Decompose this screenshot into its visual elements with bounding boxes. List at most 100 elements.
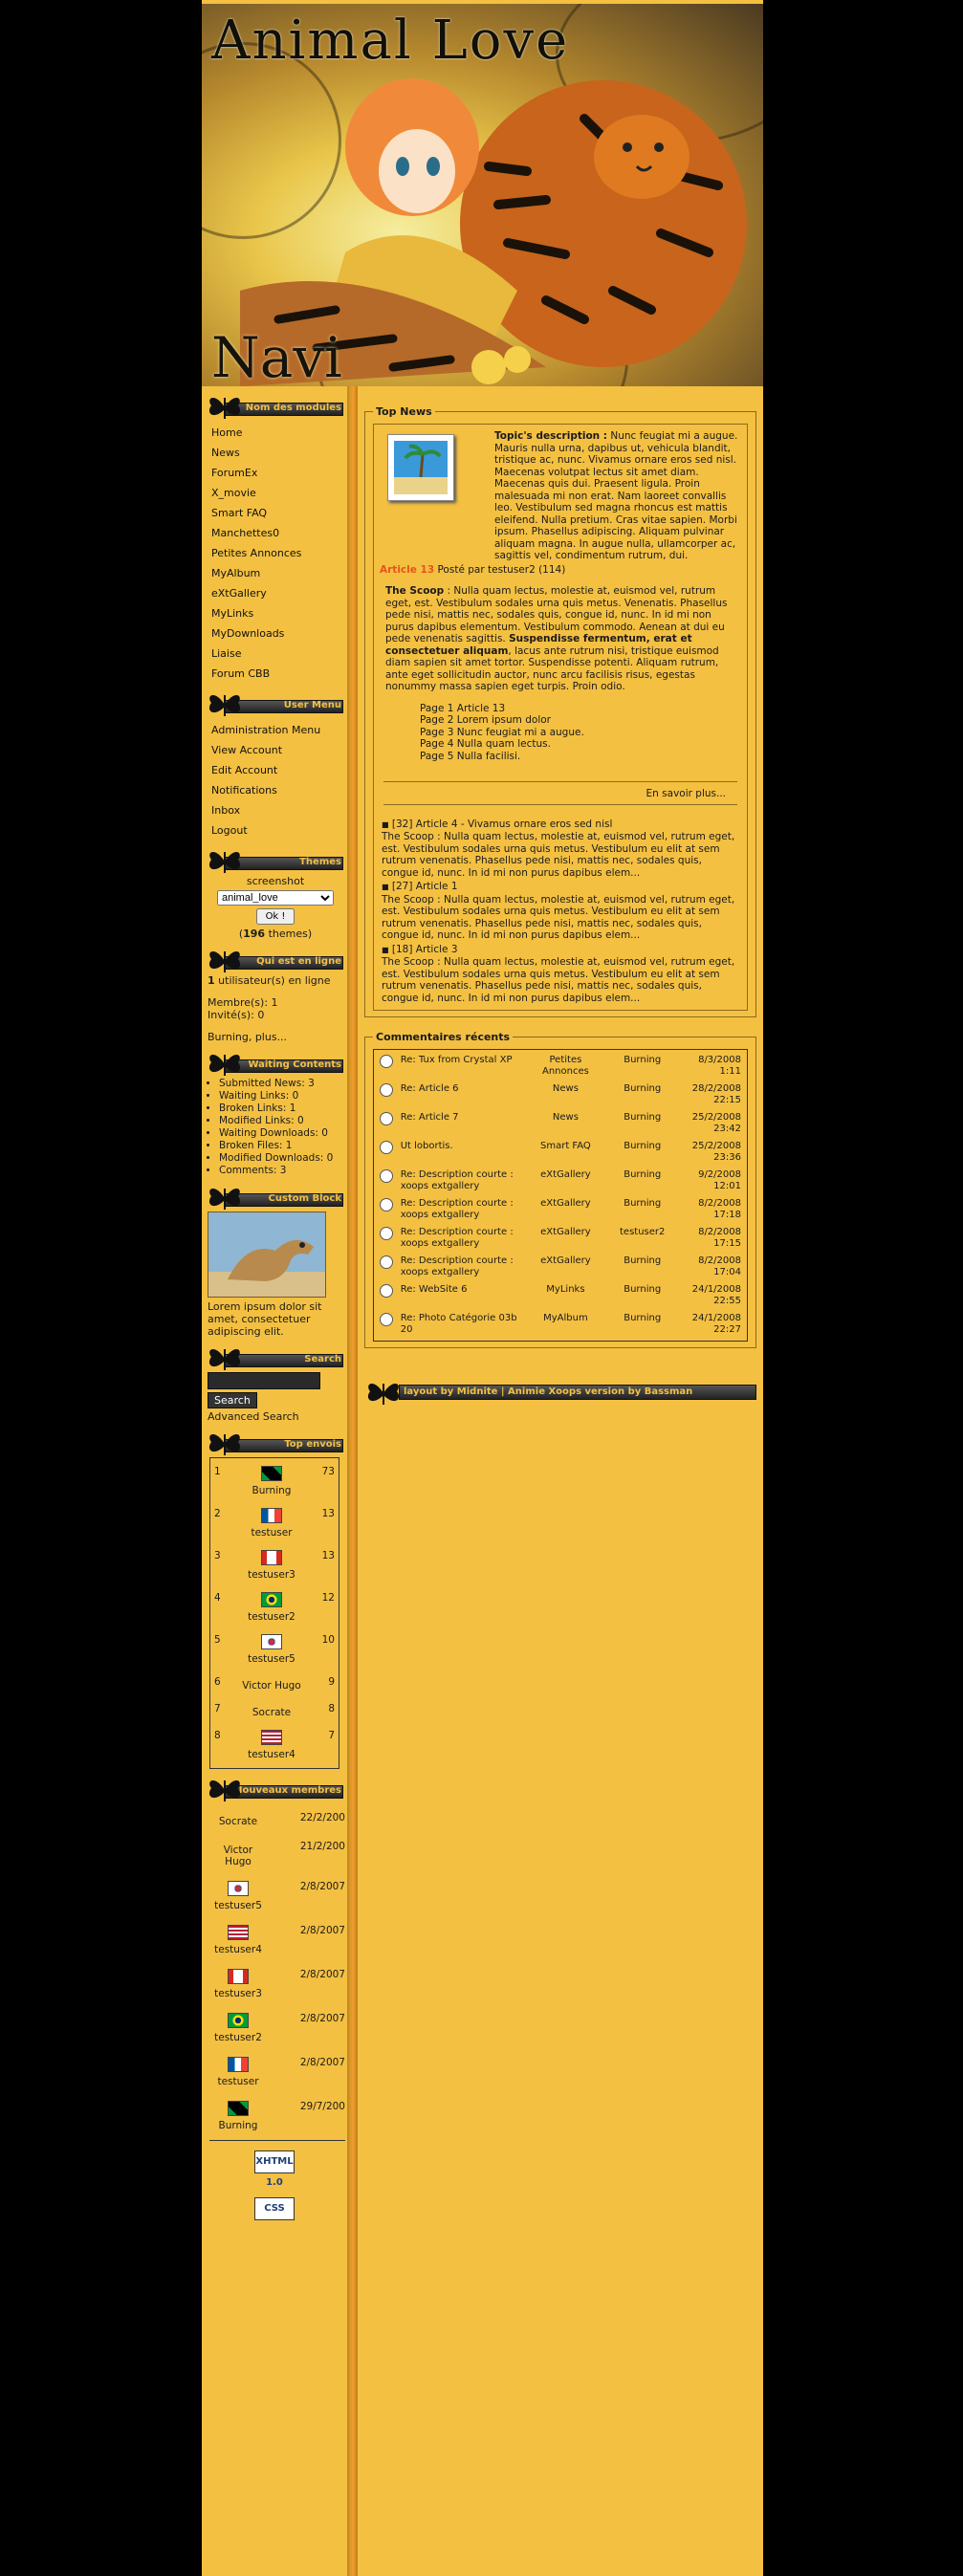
poster-name[interactable]: Victor Hugo xyxy=(228,1680,316,1692)
user-menu-item[interactable]: Notifications xyxy=(202,780,347,800)
user-menu-item[interactable]: Logout xyxy=(202,820,347,840)
comment-module[interactable]: News xyxy=(527,1109,603,1138)
news-item-title[interactable]: [18] Article 3 xyxy=(392,944,458,955)
css-badge[interactable]: CSS xyxy=(254,2197,295,2220)
theme-ok-button[interactable]: Ok ! xyxy=(255,908,295,925)
waiting-item[interactable]: Comments: 3 xyxy=(219,1165,343,1177)
member-name[interactable]: Socrate xyxy=(209,1816,267,1827)
xhtml-badge[interactable]: XHTML 1.0 xyxy=(254,2150,295,2188)
read-more-link[interactable]: En savoir plus... xyxy=(380,788,726,800)
page-link[interactable]: Page 5 Nulla facilisi. xyxy=(420,751,741,763)
waiting-item[interactable]: Waiting Downloads: 0 xyxy=(219,1127,343,1140)
menu-item[interactable]: Petites Annonces xyxy=(202,543,347,563)
comment-radio[interactable] xyxy=(380,1083,393,1097)
comment-radio[interactable] xyxy=(380,1141,393,1154)
comment-module[interactable]: Petites Annonces xyxy=(527,1052,603,1081)
waiting-item[interactable]: Broken Links: 1 xyxy=(219,1102,343,1115)
poster-name[interactable]: testuser xyxy=(228,1527,316,1539)
page-link[interactable]: Page 3 Nunc feugiat mi a augue. xyxy=(420,727,741,739)
comment-module[interactable]: MyAlbum xyxy=(527,1310,603,1339)
comment-module[interactable]: eXtGallery xyxy=(527,1224,603,1253)
menu-item[interactable]: X_movie xyxy=(202,483,347,503)
comment-module[interactable]: eXtGallery xyxy=(527,1195,603,1224)
waiting-item[interactable]: Modified Downloads: 0 xyxy=(219,1152,343,1165)
page-link[interactable]: Page 4 Nulla quam lectus. xyxy=(420,738,741,751)
comment-title[interactable]: Re: Article 6 xyxy=(399,1081,528,1109)
menu-item[interactable]: Smart FAQ xyxy=(202,503,347,523)
poster-name[interactable]: testuser3 xyxy=(228,1569,316,1581)
member-name[interactable]: Victor Hugo xyxy=(209,1845,267,1867)
comment-user[interactable]: Burning xyxy=(604,1281,681,1310)
waiting-item[interactable]: Waiting Links: 0 xyxy=(219,1090,343,1102)
user-menu-item[interactable]: Administration Menu xyxy=(202,720,347,740)
user-menu-item[interactable]: Inbox xyxy=(202,800,347,820)
search-input[interactable] xyxy=(208,1372,320,1389)
comment-module[interactable]: News xyxy=(527,1081,603,1109)
menu-item[interactable]: Liaise xyxy=(202,644,347,664)
poster-name[interactable]: testuser4 xyxy=(228,1749,316,1760)
news-item-title[interactable]: [27] Article 1 xyxy=(392,881,458,892)
comment-module[interactable]: MyLinks xyxy=(527,1281,603,1310)
comment-user[interactable]: Burning xyxy=(604,1253,681,1281)
comment-radio[interactable] xyxy=(380,1313,393,1326)
menu-item[interactable]: MyDownloads xyxy=(202,623,347,644)
comment-title[interactable]: Re: WebSite 6 xyxy=(399,1281,528,1310)
menu-item[interactable]: MyLinks xyxy=(202,603,347,623)
member-name[interactable]: testuser2 xyxy=(209,2032,267,2043)
comment-user[interactable]: Burning xyxy=(604,1052,681,1081)
search-button[interactable]: Search xyxy=(208,1392,257,1408)
comment-user[interactable]: Burning xyxy=(604,1195,681,1224)
comment-radio[interactable] xyxy=(380,1112,393,1125)
comment-radio[interactable] xyxy=(380,1284,393,1298)
member-name[interactable]: testuser5 xyxy=(209,1900,267,1911)
news-item-title[interactable]: [32] Article 4 - Vivamus ornare eros sed… xyxy=(392,819,612,830)
comment-module[interactable]: eXtGallery xyxy=(527,1253,603,1281)
waiting-item[interactable]: Broken Files: 1 xyxy=(219,1140,343,1152)
user-menu-item[interactable]: View Account xyxy=(202,740,347,760)
comment-user[interactable]: Burning xyxy=(604,1109,681,1138)
user-menu-item[interactable]: Edit Account xyxy=(202,760,347,780)
comment-radio[interactable] xyxy=(380,1198,393,1212)
comment-user[interactable]: Burning xyxy=(604,1138,681,1167)
waiting-item[interactable]: Modified Links: 0 xyxy=(219,1115,343,1127)
comment-title[interactable]: Re: Description courte : xoops extgaller… xyxy=(399,1224,528,1253)
comment-module[interactable]: Smart FAQ xyxy=(527,1138,603,1167)
menu-item[interactable]: eXtGallery xyxy=(202,583,347,603)
comment-radio[interactable] xyxy=(380,1255,393,1269)
theme-select[interactable]: animal_love xyxy=(217,890,334,906)
comment-radio[interactable] xyxy=(380,1169,393,1183)
comment-title[interactable]: Re: Description courte : xoops extgaller… xyxy=(399,1167,528,1195)
page-link[interactable]: Page 1 Article 13 xyxy=(420,703,741,715)
comment-title[interactable]: Re: Photo Catégorie 03b 20 xyxy=(399,1310,528,1339)
comment-user[interactable]: Burning xyxy=(604,1081,681,1109)
comment-user[interactable]: Burning xyxy=(604,1310,681,1339)
comment-title[interactable]: Re: Article 7 xyxy=(399,1109,528,1138)
page-link[interactable]: Page 2 Lorem ipsum dolor xyxy=(420,714,741,727)
comment-user[interactable]: Burning xyxy=(604,1167,681,1195)
online-users-link[interactable]: Burning, plus... xyxy=(208,1031,343,1043)
comment-radio[interactable] xyxy=(380,1055,393,1068)
comment-title[interactable]: Ut lobortis. xyxy=(399,1138,528,1167)
menu-item[interactable]: ForumEx xyxy=(202,463,347,483)
article-title-link[interactable]: Article 13 xyxy=(380,564,434,576)
advanced-search-link[interactable]: Advanced Search xyxy=(208,1410,343,1423)
comment-module[interactable]: eXtGallery xyxy=(527,1167,603,1195)
comment-title[interactable]: Re: Description courte : xoops extgaller… xyxy=(399,1195,528,1224)
member-name[interactable]: testuser xyxy=(209,2076,267,2087)
comment-radio[interactable] xyxy=(380,1227,393,1240)
poster-name[interactable]: testuser2 xyxy=(228,1611,316,1623)
comment-title[interactable]: Re: Tux from Crystal XP xyxy=(399,1052,528,1081)
menu-item[interactable]: Forum CBB xyxy=(202,664,347,684)
poster-name[interactable]: Socrate xyxy=(228,1707,316,1718)
member-name[interactable]: Burning xyxy=(209,2120,267,2131)
member-name[interactable]: testuser3 xyxy=(209,1988,267,1999)
menu-item[interactable]: Manchettes0 xyxy=(202,523,347,543)
poster-name[interactable]: testuser5 xyxy=(228,1653,316,1665)
poster-name[interactable]: Burning xyxy=(228,1485,316,1496)
menu-item[interactable]: Home xyxy=(202,423,347,443)
comment-user[interactable]: testuser2 xyxy=(604,1224,681,1253)
comment-title[interactable]: Re: Description courte : xoops extgaller… xyxy=(399,1253,528,1281)
menu-item[interactable]: MyAlbum xyxy=(202,563,347,583)
menu-item[interactable]: News xyxy=(202,443,347,463)
member-name[interactable]: testuser4 xyxy=(209,1944,267,1955)
